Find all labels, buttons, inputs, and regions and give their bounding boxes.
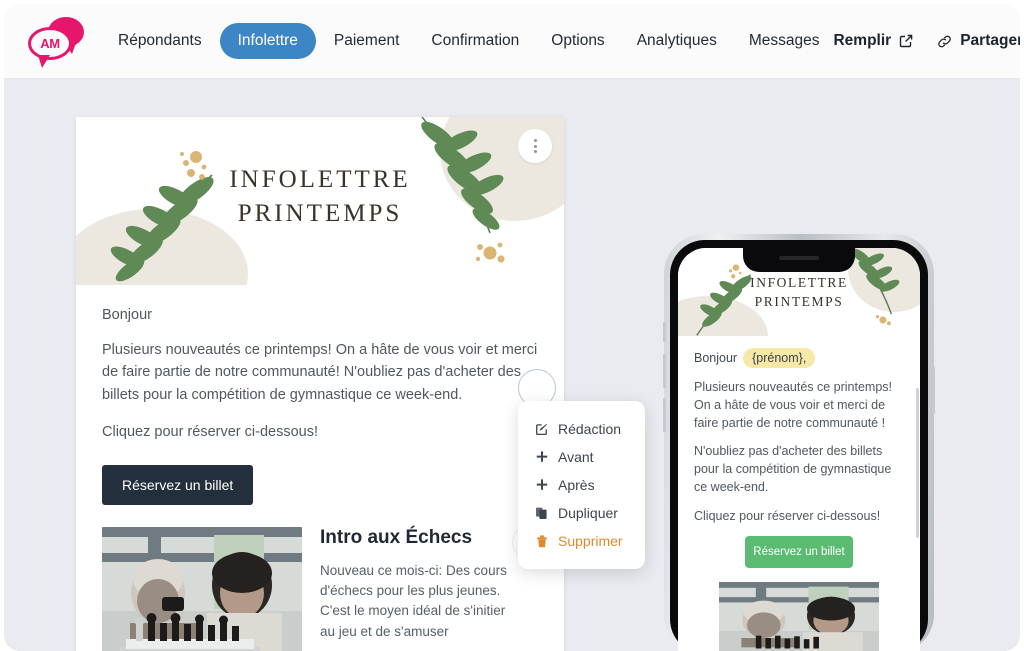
phone-gold-speckles-right-icon bbox=[875, 315, 891, 326]
tab-paiement[interactable]: Paiement bbox=[320, 23, 413, 59]
logo-initials: AM bbox=[40, 36, 60, 51]
menu-item-dupliquer[interactable]: Dupliquer bbox=[518, 499, 645, 527]
newsletter-chess-block: Intro aux Échecs Nouveau ce mois-ci: Des… bbox=[76, 505, 564, 651]
tab-analytiques[interactable]: Analytiques bbox=[623, 23, 731, 59]
nav-actions: Remplir Partager bbox=[833, 32, 1020, 50]
copy-icon bbox=[534, 506, 549, 520]
reserve-ticket-button[interactable]: Réservez un billet bbox=[102, 464, 254, 505]
newsletter-paragraph-1: Plusieurs nouveautés ce printemps! On a … bbox=[102, 342, 538, 403]
phone-notch bbox=[743, 248, 855, 272]
tab-infolettre[interactable]: Infolettre bbox=[219, 23, 316, 59]
top-navigation-bar: AM Répondants Infolettre Paiement Confir… bbox=[4, 4, 1020, 79]
newsletter-header-banner: INFOLETTRE PRINTEMPS bbox=[76, 117, 564, 285]
phone-reserve-ticket-button[interactable]: Réservez un billet bbox=[745, 536, 853, 569]
trash-icon bbox=[534, 534, 549, 548]
menu-item-label: Après bbox=[558, 477, 595, 493]
chess-text-column: Intro aux Échecs Nouveau ce mois-ci: Des… bbox=[320, 527, 538, 651]
tab-repondants[interactable]: Répondants bbox=[104, 23, 216, 59]
menu-item-label: Supprimer bbox=[558, 533, 623, 549]
phone-scrollbar[interactable] bbox=[916, 388, 919, 538]
nav-tab-list: Répondants Infolettre Paiement Confirmat… bbox=[104, 23, 833, 59]
phone-bezel: INFOLETTRE PRINTEMPS Bonjour {prénom}, P… bbox=[670, 240, 928, 651]
phone-paragraph-3: Cliquez pour réserver ci-dessous! bbox=[694, 508, 881, 523]
phone-volume-up-button bbox=[663, 354, 666, 388]
menu-item-apres[interactable]: Après bbox=[518, 471, 645, 499]
phone-chess-photo bbox=[719, 582, 879, 651]
remplir-label: Remplir bbox=[833, 32, 892, 49]
mobile-preview-mockup: INFOLETTRE PRINTEMPS Bonjour {prénom}, P… bbox=[663, 234, 935, 651]
merge-tag-prenom[interactable]: {prénom}, bbox=[743, 348, 816, 368]
newsletter-title: INFOLETTRE PRINTEMPS bbox=[76, 163, 564, 231]
phone-title-line-1: INFOLETTRE bbox=[750, 275, 848, 290]
menu-item-label: Rédaction bbox=[558, 421, 622, 437]
newsletter-paragraph-2: Cliquez pour réserver ci-dessous! bbox=[102, 424, 318, 441]
logo-bubble-front: AM bbox=[28, 27, 72, 68]
remplir-button[interactable]: Remplir bbox=[833, 32, 914, 50]
phone-greeting-row: Bonjour {prénom}, bbox=[694, 348, 904, 368]
newsletter-title-line-1: INFOLETTRE bbox=[229, 166, 411, 193]
tab-messages[interactable]: Messages bbox=[735, 23, 834, 59]
phone-screen: INFOLETTRE PRINTEMPS Bonjour {prénom}, P… bbox=[678, 248, 920, 651]
tab-confirmation[interactable]: Confirmation bbox=[417, 23, 533, 59]
menu-item-supprimer[interactable]: Supprimer bbox=[518, 527, 645, 555]
link-chain-icon bbox=[936, 33, 953, 50]
phone-newsletter-title: INFOLETTRE PRINTEMPS bbox=[678, 274, 920, 312]
am-logo[interactable]: AM bbox=[24, 15, 86, 68]
external-link-icon bbox=[898, 33, 914, 49]
menu-item-label: Dupliquer bbox=[558, 505, 618, 521]
gold-speckles-right-icon bbox=[475, 242, 505, 263]
phone-greeting: Bonjour bbox=[694, 351, 738, 365]
phone-newsletter-body: Bonjour {prénom}, Plusieurs nouveautés c… bbox=[678, 336, 920, 651]
chess-description: Nouveau ce mois-ci: Des cours d'échecs p… bbox=[320, 562, 507, 639]
phone-title-line-2: PRINTEMPS bbox=[754, 293, 844, 309]
phone-earpiece-speaker bbox=[779, 256, 819, 260]
dot bbox=[533, 150, 537, 153]
tab-options[interactable]: Options bbox=[537, 23, 618, 59]
newsletter-text-block: Bonjour Plusieurs nouveautés ce printemp… bbox=[76, 285, 564, 505]
phone-paragraph-1: Plusieurs nouveautés ce printemps! On a … bbox=[694, 380, 893, 430]
phone-volume-down-button bbox=[663, 398, 666, 432]
app-window: AM Répondants Infolettre Paiement Confir… bbox=[4, 4, 1020, 651]
menu-item-label: Avant bbox=[558, 449, 594, 465]
dot bbox=[533, 139, 537, 142]
phone-paragraph-2: N'oubliez pas d'acheter des billets pour… bbox=[694, 444, 892, 494]
dot bbox=[533, 144, 537, 148]
newsletter-preview-card: INFOLETTRE PRINTEMPS Bonjour Plusieurs n… bbox=[76, 117, 564, 651]
newsletter-title-line-2: PRINTEMPS bbox=[237, 199, 403, 227]
plus-icon bbox=[534, 478, 549, 492]
plus-icon bbox=[534, 450, 549, 464]
block-context-menu: Rédaction Avant Après Dupliquer Supprime… bbox=[518, 401, 645, 569]
partager-label: Partager bbox=[960, 32, 1020, 49]
phone-mute-switch bbox=[663, 322, 666, 342]
chess-photo bbox=[102, 526, 302, 651]
edit-pencil-icon bbox=[534, 422, 549, 436]
chess-title: Intro aux Échecs bbox=[320, 526, 473, 548]
phone-power-button bbox=[932, 366, 935, 414]
menu-item-redaction[interactable]: Rédaction bbox=[518, 415, 645, 443]
menu-item-avant[interactable]: Avant bbox=[518, 443, 645, 471]
newsletter-greeting: Bonjour bbox=[102, 307, 152, 323]
editor-canvas: INFOLETTRE PRINTEMPS Bonjour Plusieurs n… bbox=[4, 79, 1020, 651]
partager-button[interactable]: Partager bbox=[936, 32, 1020, 50]
header-block-options-button[interactable] bbox=[518, 129, 552, 163]
